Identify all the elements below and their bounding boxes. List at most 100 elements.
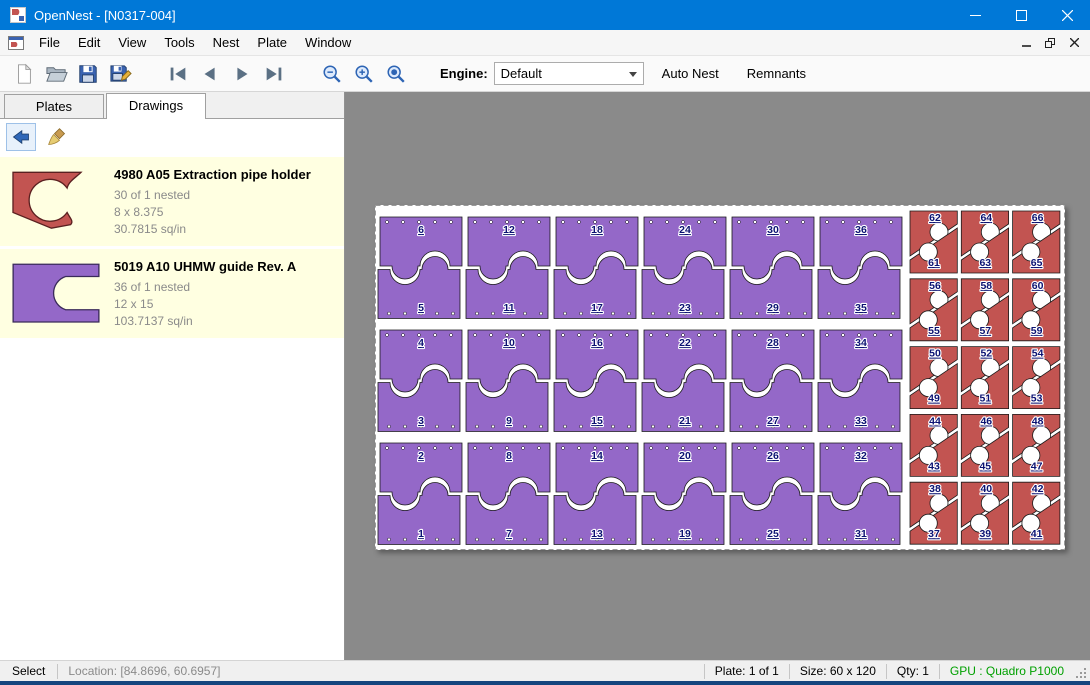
svg-text:50: 50	[929, 348, 941, 360]
tab-drawings[interactable]: Drawings	[106, 93, 206, 119]
red-part-shape	[6, 167, 102, 237]
maximize-icon	[1016, 10, 1027, 21]
file-tool-group	[8, 59, 136, 89]
save-as-button[interactable]	[104, 59, 136, 89]
statusbar: Select Location: [84.8696, 60.6957] Plat…	[0, 660, 1090, 681]
svg-text:15: 15	[591, 415, 603, 427]
caption-buttons	[952, 0, 1090, 30]
menu-tools[interactable]: Tools	[155, 31, 203, 54]
svg-text:63: 63	[979, 257, 991, 269]
plate-sheet[interactable]: 6512111817242330293635431091615222128273…	[375, 205, 1065, 550]
first-plate-button[interactable]	[162, 59, 194, 89]
svg-text:29: 29	[767, 302, 779, 314]
next-plate-button[interactable]	[226, 59, 258, 89]
previous-icon	[199, 63, 221, 85]
menubar: File Edit View Tools Nest Plate Window	[0, 30, 1090, 56]
close-button[interactable]	[1044, 0, 1090, 30]
app-icon	[10, 7, 26, 23]
svg-text:44: 44	[929, 415, 941, 427]
svg-text:33: 33	[855, 415, 867, 427]
part-size: 8 x 8.375	[114, 204, 336, 221]
svg-text:54: 54	[1032, 348, 1044, 360]
sidebar-tabstrip: Plates Drawings	[0, 92, 344, 119]
part-nested-count: 30 of 1 nested	[114, 187, 336, 204]
svg-text:20: 20	[679, 450, 691, 462]
open-button[interactable]	[40, 59, 72, 89]
svg-text:23: 23	[679, 302, 691, 314]
nest-layout: 6512111817242330293635431091615222128273…	[375, 205, 1065, 550]
first-icon	[167, 63, 189, 85]
remnants-button[interactable]: Remnants	[737, 60, 816, 87]
mdi-restore-button[interactable]	[1038, 33, 1062, 53]
part-size: 12 x 15	[114, 296, 336, 313]
previous-plate-button[interactable]	[194, 59, 226, 89]
mdi-close-button[interactable]	[1062, 33, 1086, 53]
nest-canvas[interactable]: 6512111817242330293635431091615222128273…	[345, 92, 1090, 660]
part-area: 103.7137 sq/in	[114, 313, 336, 330]
svg-text:65: 65	[1031, 257, 1043, 269]
save-button[interactable]	[72, 59, 104, 89]
toolbar: Engine: Default Auto Nest Remnants	[0, 56, 1090, 92]
menu-nest[interactable]: Nest	[204, 31, 249, 54]
svg-text:61: 61	[928, 257, 940, 269]
menu-edit[interactable]: Edit	[69, 31, 109, 54]
svg-text:46: 46	[980, 415, 992, 427]
svg-text:64: 64	[980, 212, 992, 224]
svg-text:56: 56	[929, 280, 941, 292]
svg-text:14: 14	[591, 450, 603, 462]
zoom-in-icon	[353, 63, 375, 85]
svg-text:11: 11	[503, 302, 514, 314]
svg-text:59: 59	[1031, 325, 1043, 337]
part-area: 30.7815 sq/in	[114, 221, 336, 238]
status-plate: Plate: 1 of 1	[705, 664, 789, 678]
zoom-out-icon	[321, 63, 343, 85]
svg-text:47: 47	[1031, 460, 1043, 472]
minimize-button[interactable]	[952, 0, 998, 30]
engine-combobox[interactable]: Default	[494, 62, 644, 85]
mdi-minimize-button[interactable]	[1014, 33, 1038, 53]
menu-window[interactable]: Window	[296, 31, 360, 54]
part-title: 5019 A10 UHMW guide Rev. A	[114, 259, 336, 274]
import-button[interactable]	[6, 123, 36, 151]
svg-text:9: 9	[506, 415, 512, 427]
svg-text:28: 28	[767, 337, 779, 349]
save-icon	[77, 63, 99, 85]
svg-text:27: 27	[767, 415, 779, 427]
zoom-fit-button[interactable]	[380, 59, 412, 89]
svg-text:32: 32	[855, 450, 867, 462]
svg-text:16: 16	[591, 337, 603, 349]
zoom-out-button[interactable]	[316, 59, 348, 89]
window-bottom-border	[0, 681, 1090, 685]
main-area: Plates Drawings	[0, 92, 1090, 660]
mdi-window-buttons	[1014, 33, 1090, 53]
svg-text:22: 22	[679, 337, 691, 349]
minimize-icon	[970, 10, 981, 21]
last-plate-button[interactable]	[258, 59, 290, 89]
new-button[interactable]	[8, 59, 40, 89]
tab-plates[interactable]: Plates	[4, 94, 104, 118]
svg-text:55: 55	[928, 325, 940, 337]
svg-text:35: 35	[855, 302, 867, 314]
svg-text:25: 25	[767, 528, 779, 540]
clean-button[interactable]	[42, 123, 72, 151]
resize-grip[interactable]	[1074, 666, 1088, 680]
menu-plate[interactable]: Plate	[248, 31, 296, 54]
maximize-button[interactable]	[998, 0, 1044, 30]
auto-nest-button[interactable]: Auto Nest	[652, 60, 729, 87]
svg-text:60: 60	[1032, 280, 1044, 292]
zoom-in-button[interactable]	[348, 59, 380, 89]
part-title: 4980 A05 Extraction pipe holder	[114, 167, 336, 182]
svg-text:40: 40	[980, 483, 992, 495]
svg-text:36: 36	[855, 224, 867, 236]
mdi-close-icon	[1070, 38, 1079, 47]
svg-text:42: 42	[1032, 483, 1044, 495]
drawing-item-extraction-pipe-holder[interactable]: 4980 A05 Extraction pipe holder 30 of 1 …	[0, 157, 344, 246]
menu-view[interactable]: View	[109, 31, 155, 54]
menu-file[interactable]: File	[30, 31, 69, 54]
svg-text:26: 26	[767, 450, 779, 462]
drawing-item-uhmw-guide[interactable]: 5019 A10 UHMW guide Rev. A 36 of 1 neste…	[0, 249, 344, 338]
svg-text:5: 5	[418, 302, 424, 314]
svg-text:8: 8	[506, 450, 512, 462]
mdi-restore-icon	[1045, 38, 1055, 48]
status-size: Size: 60 x 120	[790, 664, 886, 678]
